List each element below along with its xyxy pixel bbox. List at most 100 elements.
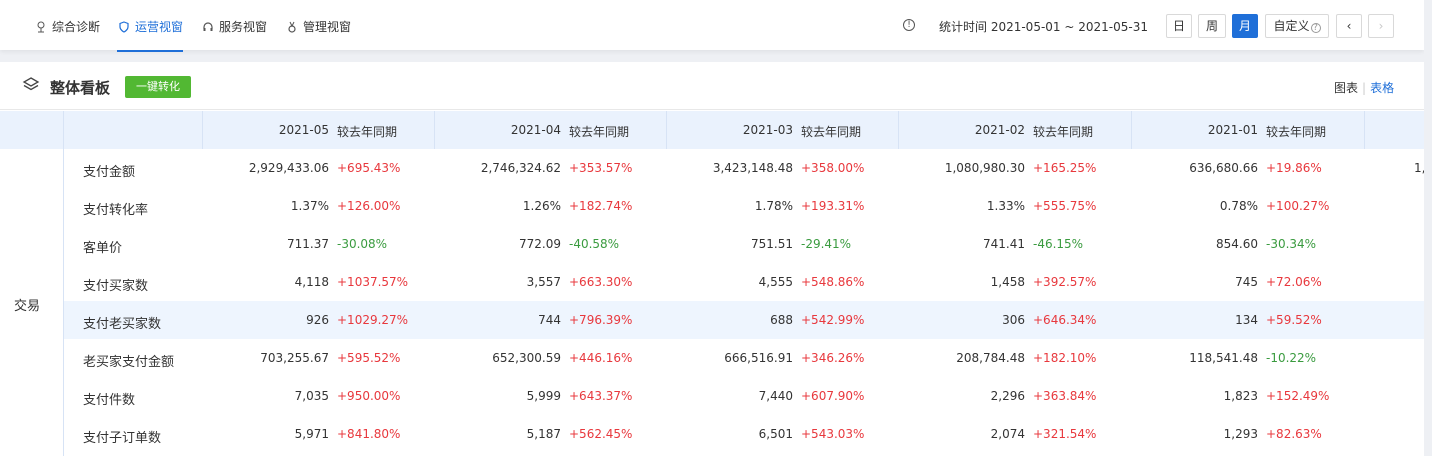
column-header-month: 2021-04: [510, 123, 561, 137]
metric-value: 745: [1235, 275, 1258, 289]
view-separator: |: [1362, 81, 1367, 95]
period-day-button[interactable]: 日: [1166, 14, 1192, 38]
metric-value: 1.26%: [522, 199, 561, 213]
metric-value: 7,035: [294, 389, 329, 403]
diagnosis-icon: [34, 20, 48, 34]
chevron-left-icon: ‹: [1346, 19, 1352, 33]
yoy-change: +446.16%: [569, 351, 633, 365]
tab-management[interactable]: 管理视窗: [285, 18, 351, 35]
period-week-button[interactable]: 周: [1198, 14, 1226, 38]
metric-value: 1,823: [1223, 389, 1258, 403]
column-header-month: 2021-03: [742, 123, 793, 137]
next-period-button[interactable]: ›: [1368, 14, 1394, 38]
metric-value: 134: [1235, 313, 1258, 327]
metric-value: 688: [770, 313, 793, 327]
table-row[interactable]: 支付件数 7,035 +950.00% 5,999 +643.37% 7,440 +607.…: [63, 377, 1424, 415]
table-view-link[interactable]: 表格: [1370, 81, 1394, 95]
metric-value: 208,784.48: [956, 351, 1025, 365]
period-month-button[interactable]: 月: [1232, 14, 1258, 38]
metric-value: 6,501: [758, 427, 793, 441]
table-row[interactable]: 支付金额 2,929,433.06 +695.43% 2,746,324.62 +353…: [63, 149, 1424, 187]
yoy-change: +321.54%: [1033, 427, 1097, 441]
metric-value: 772.09: [519, 237, 561, 251]
tab-label: 管理视窗: [303, 20, 352, 34]
column-header-compare: 较去年同期: [1266, 125, 1327, 139]
prev-period-button[interactable]: ‹: [1336, 14, 1362, 38]
table-row[interactable]: 支付子订单数 5,971 +841.80% 5,187 +562.45% 6,501 +54…: [63, 415, 1424, 453]
metric-value: 2,929,433.06: [248, 161, 329, 175]
metric-value: 5,999: [526, 389, 561, 403]
date-range-label: 统计时间 2021-05-01 ~ 2021-05-31: [939, 20, 1148, 34]
metric-value: 1,080,980.30: [944, 161, 1025, 175]
metric-value: 1,293: [1223, 427, 1258, 441]
table-row[interactable]: 支付老买家数 926 +1029.27% 744 +796.39% 688 +542.99%…: [63, 301, 1424, 339]
row-label: 客单价: [83, 241, 123, 256]
yoy-change: +353.57%: [569, 161, 633, 175]
tab-label: 综合诊断: [52, 20, 101, 34]
grid-line: [1131, 111, 1132, 149]
column-header-compare: 较去年同期: [801, 125, 862, 139]
yoy-change: +562.45%: [569, 427, 633, 441]
row-label: 支付买家数: [83, 279, 149, 294]
yoy-change: +358.00%: [801, 161, 865, 175]
yoy-change: +643.37%: [569, 389, 633, 403]
yoy-change: -30.34%: [1266, 237, 1317, 251]
metric-value: 2,296: [990, 389, 1025, 403]
table-row[interactable]: 支付转化率 1.37% +126.00% 1.26% +182.74% 1.78% +193…: [63, 187, 1424, 225]
table-row[interactable]: 客单价 711.37 -30.08% 772.09 -40.58% 751.51 -29.4…: [63, 225, 1424, 263]
row-label: 支付件数: [83, 393, 136, 408]
row-label: 支付老买家数: [83, 317, 162, 332]
yoy-change: +543.03%: [801, 427, 865, 441]
yoy-change: +555.75%: [1033, 199, 1097, 213]
metric-value: 741.41: [983, 237, 1025, 251]
yoy-change: +796.39%: [569, 313, 633, 327]
column-header-compare: 较去年同期: [1033, 125, 1094, 139]
metric-value: 4,555: [758, 275, 793, 289]
column-header-month: 2021-01: [1207, 123, 1258, 137]
metric-value: 652,300.59: [492, 351, 561, 365]
row-label: 支付金额: [83, 165, 136, 180]
table-row[interactable]: 支付买家数 4,118 +1037.57% 3,557 +663.30% 4,555 +54…: [63, 263, 1424, 301]
metric-value: 4,118: [294, 275, 329, 289]
help-icon: ?: [1310, 23, 1321, 33]
yoy-change: +72.06%: [1266, 275, 1322, 289]
table-row[interactable]: 老买家支付金额 703,255.67 +595.52% 652,300.59 +446.…: [63, 339, 1424, 377]
chart-view-link[interactable]: 图表: [1334, 81, 1358, 95]
info-icon[interactable]: !: [903, 19, 915, 31]
panel-header: 整体看板 一键转化 图表 | 表格: [0, 62, 1424, 110]
yoy-change: +19.86%: [1266, 161, 1322, 175]
tab-operations[interactable]: 运营视窗: [117, 18, 184, 52]
yoy-change: +182.10%: [1033, 351, 1097, 365]
chevron-right-icon: ›: [1378, 19, 1384, 33]
headset-icon: [201, 20, 215, 34]
grid-line: [434, 111, 435, 149]
yoy-change: +182.74%: [569, 199, 633, 213]
tab-service[interactable]: 服务视窗: [201, 18, 267, 35]
table-header: 2021-05 较去年同期 2021-04 较去年同期 2021-03 较去年同期 2021…: [0, 111, 1424, 149]
metric-value: 1.78%: [754, 199, 793, 213]
one-click-convert-button[interactable]: 一键转化: [125, 76, 191, 98]
metric-value: 118,541.48: [1189, 351, 1258, 365]
metric-value: 666,516.91: [724, 351, 793, 365]
group-label-trade: 交易: [14, 299, 41, 314]
metric-value: 3,423,148.48: [712, 161, 793, 175]
yoy-change: +1037.57%: [337, 275, 409, 289]
period-custom-label: 自定义: [1273, 19, 1310, 33]
metric-value: 7,440: [758, 389, 793, 403]
column-header-month: 2021-05: [278, 123, 329, 137]
period-custom-button[interactable]: 自定义?: [1265, 14, 1329, 38]
grid-line: [202, 111, 203, 149]
scrollbar[interactable]: [1424, 0, 1432, 456]
yoy-change: +542.99%: [801, 313, 865, 327]
yoy-change: +1029.27%: [337, 313, 409, 327]
row-label: 老买家支付金额: [83, 355, 175, 370]
metric-value: 0.78%: [1219, 199, 1258, 213]
yoy-change: -46.15%: [1033, 237, 1084, 251]
yoy-change: +165.25%: [1033, 161, 1097, 175]
row-label: 支付转化率: [83, 203, 149, 218]
yoy-change: +126.00%: [337, 199, 401, 213]
tab-diagnosis[interactable]: 综合诊断: [34, 18, 100, 35]
yoy-change: +100.27%: [1266, 199, 1330, 213]
yoy-change: -30.08%: [337, 237, 388, 251]
grid-line: [898, 111, 899, 149]
